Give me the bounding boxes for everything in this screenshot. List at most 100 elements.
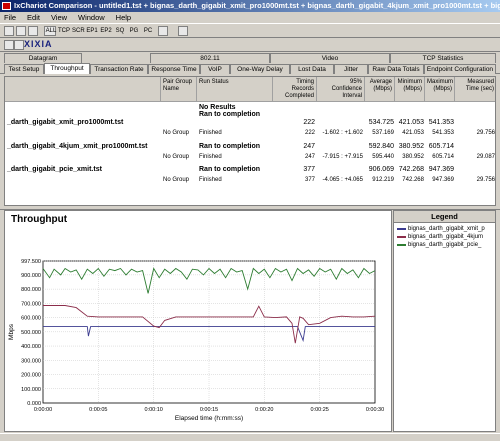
tab-group-datagram[interactable]: Datagram	[4, 53, 82, 63]
table-cell-status: No Results	[199, 104, 236, 111]
tab-test-setup[interactable]: Test Setup	[4, 64, 44, 74]
legend-swatch	[397, 244, 406, 246]
status-bar	[0, 433, 500, 441]
table-cell-status: Finished	[199, 154, 222, 160]
table-cell-ci: -4.065 : +4.065	[322, 177, 363, 183]
scr-button[interactable]: SCR	[72, 26, 85, 37]
tab-group-row: Datagram 802.11 Video TCP Statistics	[0, 53, 500, 63]
table-cell-max: 541.353	[432, 130, 454, 136]
legend-label: bignas_darth_gigabit_pcie_	[408, 242, 482, 248]
table-cell-avg: 912.219	[372, 177, 394, 183]
x-tick-label: 0:00:05	[89, 407, 107, 413]
table-cell-ci: -1.602 : +1.602	[322, 130, 363, 136]
menu-edit[interactable]: Edit	[27, 13, 40, 22]
table-cell-max: 947.369	[428, 166, 454, 173]
table-cell-max: 605.714	[432, 154, 454, 160]
y-tick-label: 700.000	[21, 301, 41, 307]
x-tick-label: 0:00:25	[310, 407, 328, 413]
table-cell-status: Finished	[199, 130, 222, 136]
table-cell-status: Finished	[199, 177, 222, 183]
legend-swatch	[397, 236, 406, 238]
tab-lost-data[interactable]: Lost Data	[290, 64, 334, 74]
menu-file[interactable]: File	[4, 13, 16, 22]
export-icon[interactable]	[28, 26, 38, 36]
x-tick-label: 0:00:00	[34, 407, 52, 413]
y-tick-label: 500.000	[21, 330, 41, 336]
tab-raw-data-totals[interactable]: Raw Data Totals	[368, 64, 424, 74]
tab-endpoint-configuration[interactable]: Endpoint Configuration	[424, 64, 496, 74]
grid-header-timing-records[interactable]: Timing Records Completed	[273, 77, 317, 102]
table-cell-timing: 247	[304, 154, 315, 160]
tab-transaction-rate[interactable]: Transaction Rate	[90, 64, 148, 74]
grid-header-pair-group[interactable]: Pair Group Name	[161, 77, 197, 102]
tab-jitter[interactable]: Jitter	[334, 64, 368, 74]
table-cell-group: No Group	[163, 130, 190, 136]
secondary-toolbar: XIXIA	[0, 38, 500, 52]
legend-item[interactable]: bignas_darth_gigabit_pcie_	[394, 241, 495, 249]
ep1-button[interactable]: EP1	[86, 26, 98, 37]
grid-header-minimum[interactable]: Minimum (Mbps)	[395, 77, 425, 102]
save-icon[interactable]	[4, 26, 14, 36]
y-tick-label: 400.000	[21, 344, 41, 350]
ep2-button[interactable]: EP2	[100, 26, 112, 37]
legend-item[interactable]: bignas_darth_gigabit_xmit_p	[394, 225, 495, 233]
table-cell-min: 742.268	[398, 166, 424, 173]
all-button[interactable]: ALL	[44, 26, 56, 36]
table-cell-ci: -7.915 : +7.915	[322, 154, 363, 160]
table-cell-avg: 906.069	[368, 166, 394, 173]
x-tick-label: 0:00:15	[200, 407, 218, 413]
legend-title: Legend	[394, 211, 495, 223]
menu-view[interactable]: View	[51, 13, 67, 22]
tcp-button[interactable]: TCP	[58, 26, 70, 37]
table-cell-timing: 377	[304, 177, 315, 183]
tab-voip[interactable]: VoIP	[200, 64, 230, 74]
x-tick-label: 0:00:30	[366, 407, 384, 413]
menu-help[interactable]: Help	[116, 13, 131, 22]
table-cell-status: Ran to completion	[199, 166, 261, 173]
table-cell-max: 947.369	[432, 177, 454, 183]
ixia-logo: XIXIA	[24, 39, 53, 49]
table-cell-min: 421.053	[398, 119, 424, 126]
y-tick-label: 300.000	[21, 358, 41, 364]
run-icon[interactable]	[4, 40, 14, 50]
window-titlebar: IxChariot Comparison - untitled1.tst + b…	[0, 0, 500, 12]
x-axis-label: Elapsed time (h:mm:ss)	[175, 415, 243, 422]
grid-header-name[interactable]	[5, 77, 161, 102]
table-cell-group: No Group	[163, 177, 190, 183]
pc-button[interactable]: PC	[142, 26, 154, 37]
x-tick-label: 0:00:10	[144, 407, 162, 413]
print-icon[interactable]	[16, 26, 26, 36]
y-tick-label: 800.000	[21, 287, 41, 293]
grid-header-measured-time[interactable]: Measured Time (sec)	[455, 77, 495, 102]
stop-icon[interactable]	[14, 40, 24, 50]
app-icon	[2, 2, 11, 10]
grid-header-average[interactable]: Average (Mbps)	[365, 77, 395, 102]
tab-row: Test Setup Throughput Transaction Rate R…	[0, 63, 500, 74]
grid-view-icon[interactable]	[158, 26, 168, 36]
pg-button[interactable]: PG	[128, 26, 140, 37]
tab-response-time[interactable]: Response Time	[148, 64, 200, 74]
legend-label: bignas_darth_gigabit_xmit_p	[408, 226, 485, 232]
sq-button[interactable]: SQ	[114, 26, 126, 37]
grid-header-confidence[interactable]: 95% Confidence Interval	[317, 77, 365, 102]
y-tick-label: 997.500	[21, 259, 41, 265]
tab-group-80211[interactable]: 802.11	[150, 53, 270, 63]
menu-window[interactable]: Window	[78, 13, 105, 22]
grid-header-run-status[interactable]: Run Status	[197, 77, 273, 102]
table-cell-avg: 592.840	[368, 143, 394, 150]
y-tick-label: 900.000	[21, 273, 41, 279]
table-cell-time: 29.756	[476, 177, 495, 183]
table-cell-timing: 222	[304, 130, 315, 136]
tab-one-way-delay[interactable]: One-Way Delay	[230, 64, 290, 74]
legend-item[interactable]: bignas_darth_gigabit_4kjum	[394, 233, 495, 241]
tab-throughput[interactable]: Throughput	[44, 63, 90, 74]
tab-group-tcp-statistics[interactable]: TCP Statistics	[390, 53, 496, 63]
table-cell-timing: 247	[303, 143, 315, 150]
chart-view-icon[interactable]	[178, 26, 188, 36]
y-tick-label: 100.000	[21, 387, 41, 393]
table-cell-time: 29.087	[476, 154, 495, 160]
tab-group-video[interactable]: Video	[270, 53, 390, 63]
x-tick-label: 0:00:20	[255, 407, 273, 413]
table-cell-min: 742.268	[402, 177, 424, 183]
grid-header-maximum[interactable]: Maximum (Mbps)	[425, 77, 455, 102]
